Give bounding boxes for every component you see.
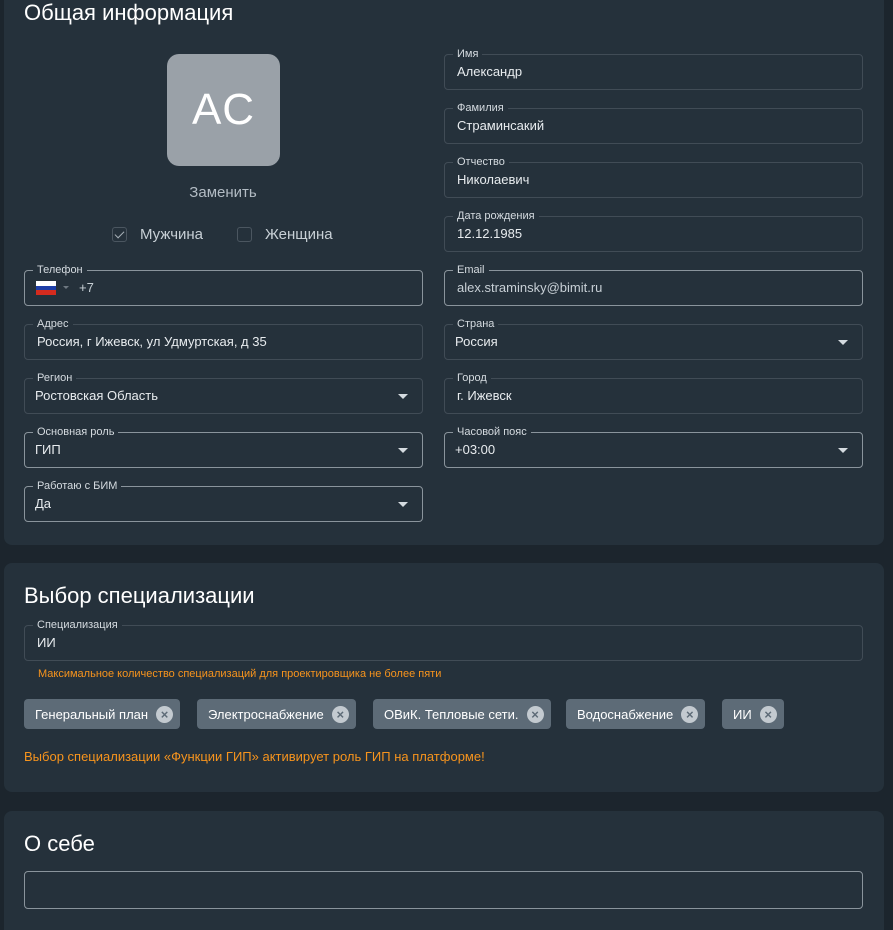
remove-chip-icon[interactable]: × <box>331 705 349 723</box>
main-role-value: ГИП <box>35 442 61 457</box>
specialization-value: ИИ <box>37 635 56 650</box>
country-select[interactable]: Страна Россия <box>444 317 863 360</box>
avatar: AC <box>167 54 280 166</box>
male-checkbox[interactable] <box>112 227 127 242</box>
phone-label: Телефон <box>33 263 87 277</box>
gender-male-label: Мужчина <box>140 226 204 243</box>
chevron-down-icon[interactable] <box>398 502 408 507</box>
chip-label: Электроснабжение <box>208 706 324 722</box>
city-label: Город <box>453 371 491 385</box>
patronymic-value: Николаевич <box>457 172 530 187</box>
email-label: Email <box>453 263 489 277</box>
about-card: О себе <box>4 811 884 930</box>
last-name-label: Фамилия <box>453 101 508 115</box>
email-field[interactable]: Email alex.straminsky@bimit.ru <box>444 263 863 306</box>
address-value: Россия, г Ижевск, ул Удмуртская, д 35 <box>37 334 267 349</box>
country-code-caret-icon[interactable] <box>63 286 69 289</box>
general-info-title: Общая информация <box>24 0 234 25</box>
timezone-value: +03:00 <box>455 442 496 457</box>
bim-label: Работаю с БИМ <box>33 479 122 493</box>
chip-water-supply: Водоснабжение × <box>566 699 706 729</box>
patronymic-field[interactable]: Отчество Николаевич <box>444 155 863 198</box>
general-info-card: Общая информация AC Заменить Мужчина Жен… <box>4 0 884 545</box>
country-label: Страна <box>453 317 499 331</box>
replace-avatar-button[interactable]: Заменить <box>154 184 292 201</box>
specialization-title: Выбор специализации <box>24 583 255 608</box>
remove-chip-icon[interactable]: × <box>759 705 777 723</box>
birth-date-field[interactable]: Дата рождения 12.12.1985 <box>444 209 863 252</box>
first-name-value: Александр <box>457 64 523 79</box>
timezone-label: Часовой пояс <box>453 425 531 439</box>
gender-female-option[interactable]: Женщина <box>237 226 333 243</box>
specialization-card: Выбор специализации Специализация ИИ Мак… <box>4 563 884 792</box>
female-checkbox[interactable] <box>237 227 252 242</box>
chip-label: ОВиК. Тепловые сети. <box>384 706 519 722</box>
phone-value: +7 <box>79 280 94 295</box>
remove-chip-icon[interactable]: × <box>526 705 544 723</box>
chip-general-plan: Генеральный план × <box>24 699 181 729</box>
birth-date-label: Дата рождения <box>453 209 539 223</box>
chip-label: Водоснабжение <box>577 706 674 722</box>
last-name-value: Страминсакий <box>457 118 545 133</box>
russia-flag-icon[interactable] <box>36 281 56 296</box>
specialization-input[interactable]: Специализация ИИ <box>24 618 863 661</box>
patronymic-label: Отчество <box>453 155 509 169</box>
bim-value: Да <box>35 496 52 511</box>
remove-chip-icon[interactable]: × <box>681 705 699 723</box>
bim-select[interactable]: Работаю с БИМ Да <box>24 479 423 522</box>
chip-power-supply: Электроснабжение × <box>197 699 356 729</box>
email-value: alex.straminsky@bimit.ru <box>457 280 603 295</box>
first-name-field[interactable]: Имя Александр <box>444 47 863 90</box>
gip-role-warning: Выбор специализации «Функции ГИП» активи… <box>24 749 485 764</box>
birth-date-value: 12.12.1985 <box>457 226 523 241</box>
region-select[interactable]: Регион Ростовская Область <box>24 371 423 414</box>
chevron-down-icon[interactable] <box>838 448 848 453</box>
about-title: О себе <box>24 831 95 856</box>
main-role-label: Основная роль <box>33 425 119 439</box>
remove-chip-icon[interactable]: × <box>156 705 174 723</box>
chevron-down-icon[interactable] <box>838 340 848 345</box>
chevron-down-icon[interactable] <box>398 394 408 399</box>
city-value: г. Ижевск <box>457 388 512 403</box>
chip-ii: ИИ × <box>722 699 784 729</box>
chip-label: ИИ <box>733 706 752 722</box>
region-label: Регион <box>33 371 77 385</box>
main-role-select[interactable]: Основная роль ГИП <box>24 425 423 468</box>
address-field[interactable]: Адрес Россия, г Ижевск, ул Удмуртская, д… <box>24 317 423 360</box>
address-label: Адрес <box>33 317 73 331</box>
chip-hvac: ОВиК. Тепловые сети. × <box>373 699 551 729</box>
specialization-limit-hint: Максимальное количество специализаций дл… <box>38 668 442 680</box>
last-name-field[interactable]: Фамилия Страминсакий <box>444 101 863 144</box>
about-textarea[interactable] <box>24 871 863 909</box>
region-value: Ростовская Область <box>35 388 158 403</box>
chevron-down-icon[interactable] <box>398 448 408 453</box>
specialization-label: Специализация <box>33 618 122 632</box>
timezone-select[interactable]: Часовой пояс +03:00 <box>444 425 863 468</box>
country-value: Россия <box>455 334 498 349</box>
gender-female-label: Женщина <box>265 226 333 243</box>
gender-male-option[interactable]: Мужчина <box>112 226 203 243</box>
phone-field[interactable]: Телефон +7 <box>24 263 423 306</box>
chip-label: Генеральный план <box>35 706 149 722</box>
first-name-label: Имя <box>453 47 483 61</box>
city-field[interactable]: Город г. Ижевск <box>444 371 863 414</box>
